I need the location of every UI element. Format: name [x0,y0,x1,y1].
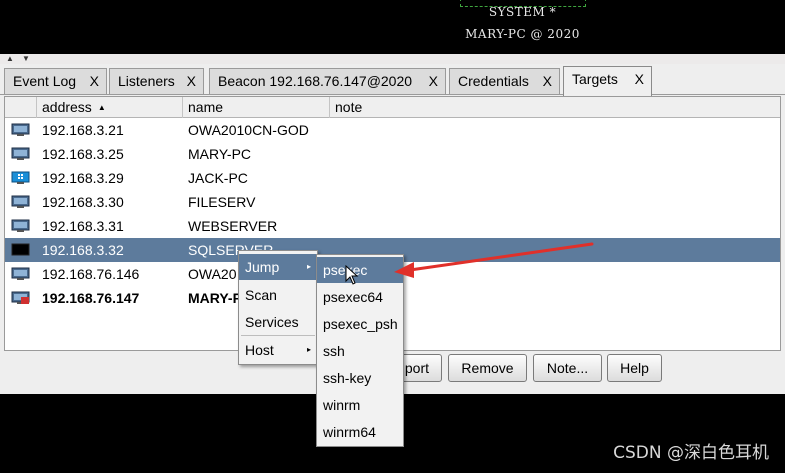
annotation-arrow [394,242,594,278]
mouse-cursor-icon [345,265,359,285]
